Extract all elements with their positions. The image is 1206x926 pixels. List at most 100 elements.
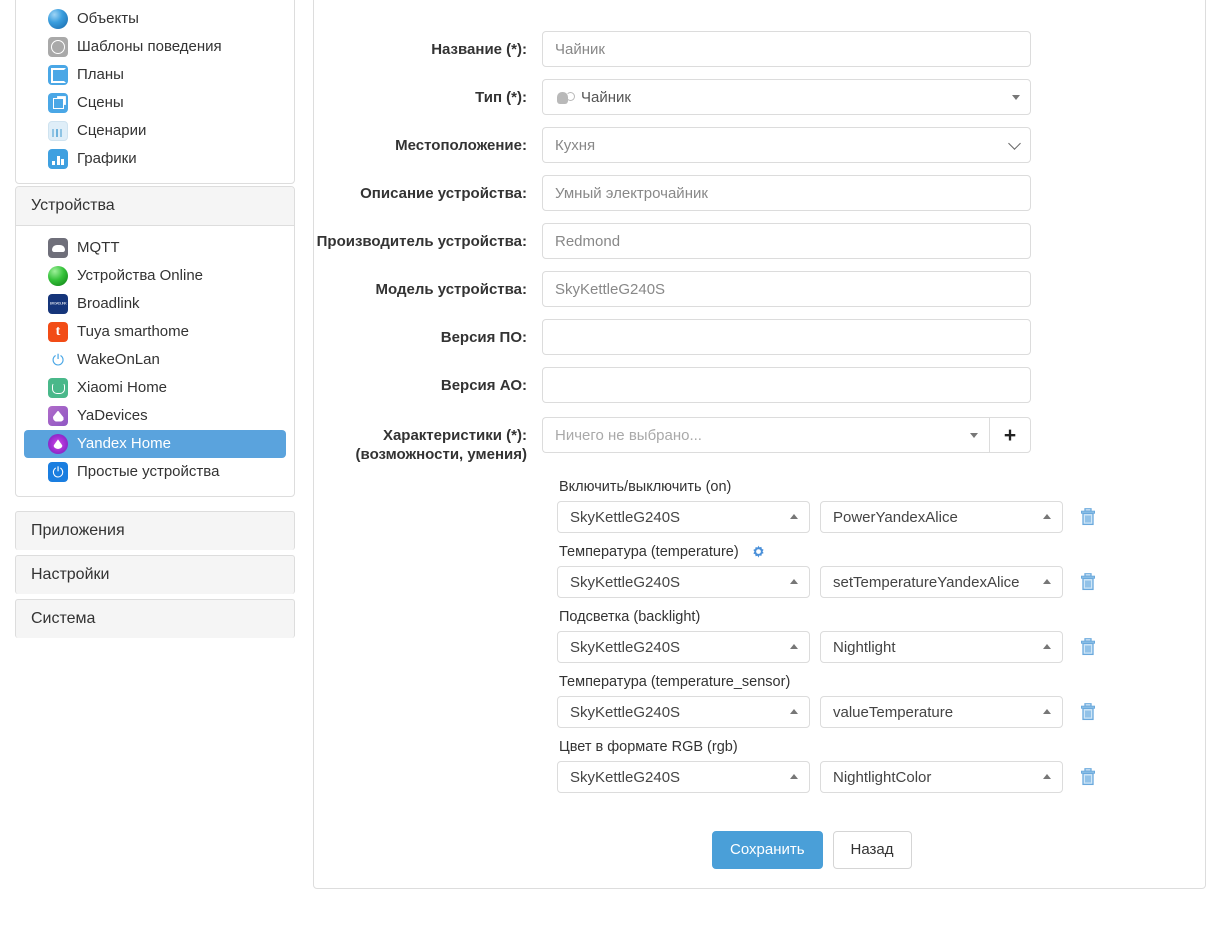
field-row-type: Тип (*): Чайник: [314, 79, 1205, 115]
sidebar-item-broadlink[interactable]: BROADLINK Broadlink: [24, 290, 286, 318]
sw-version-input[interactable]: [542, 319, 1031, 355]
capability-device-value: SkyKettleG240S: [570, 769, 680, 786]
yadevices-icon: [48, 406, 68, 426]
capability-device-select[interactable]: SkyKettleG240S: [557, 696, 810, 728]
type-select-wrap: Чайник: [542, 79, 1031, 115]
sidebar-section-system[interactable]: Система: [15, 599, 295, 638]
location-select[interactable]: Кухня: [542, 127, 1031, 163]
capability-command-select[interactable]: PowerYandexAlice: [820, 501, 1063, 533]
sidebar-item-label: Сценарии: [77, 121, 146, 141]
field-row-name: Название (*):: [314, 31, 1205, 67]
delete-capability-button[interactable]: [1077, 570, 1099, 594]
capability-command-select[interactable]: Nightlight: [820, 631, 1063, 663]
capability-device-value: SkyKettleG240S: [570, 509, 680, 526]
sidebar-item-yadevices[interactable]: YaDevices: [24, 402, 286, 430]
capability-title: Температура (temperature_sensor): [559, 673, 1205, 692]
sidebar-item-mqtt[interactable]: MQTT: [24, 234, 286, 262]
sidebar-item-label: Объекты: [77, 9, 139, 29]
name-input[interactable]: [542, 31, 1031, 67]
field-model: [542, 271, 1205, 307]
characteristics-select[interactable]: Ничего не выбрано...: [542, 417, 989, 453]
sidebar-item-label: Устройства Online: [77, 266, 203, 286]
capabilities-list: Включить/выключить (on) SkyKettleG240S P…: [557, 478, 1205, 793]
label-characteristics: Характеристики (*): (возможности, умения…: [314, 417, 542, 464]
sidebar-item-label: Планы: [77, 65, 124, 85]
add-characteristic-button[interactable]: +: [989, 417, 1031, 453]
sidebar: Объекты Шаблоны поведения Планы Сцены Сц…: [0, 0, 310, 926]
field-row-model: Модель устройства:: [314, 271, 1205, 307]
type-select[interactable]: Чайник: [542, 79, 1031, 115]
sidebar-section-applications[interactable]: Приложения: [15, 511, 295, 550]
devices-panel-header[interactable]: Устройства: [16, 187, 294, 226]
capability-title-text: Температура (temperature_sensor): [559, 673, 790, 692]
capability-command-value: setTemperatureYandexAlice: [833, 574, 1020, 591]
capability-command-select[interactable]: setTemperatureYandexAlice: [820, 566, 1063, 598]
sidebar-item-label: Графики: [77, 149, 137, 169]
page-root: Объекты Шаблоны поведения Планы Сцены Сц…: [0, 0, 1206, 926]
label-description: Описание устройства:: [314, 175, 542, 203]
delete-capability-button[interactable]: [1077, 635, 1099, 659]
location-select-value: Кухня: [555, 137, 595, 154]
capability-command-select[interactable]: valueTemperature: [820, 696, 1063, 728]
power-icon: ⏻: [48, 350, 68, 370]
gear-icon[interactable]: [751, 545, 766, 560]
sidebar-item-label: WakeOnLan: [77, 350, 160, 370]
sidebar-item-charts[interactable]: Графики: [24, 145, 286, 173]
delete-capability-button[interactable]: [1077, 505, 1099, 529]
sidebar-item-scenes[interactable]: Сцены: [24, 89, 286, 117]
sidebar-item-devices-online[interactable]: Устройства Online: [24, 262, 286, 290]
capability-row: SkyKettleG240S NightlightColor: [557, 761, 1205, 793]
chevron-up-icon: [790, 774, 798, 779]
online-status-icon: [48, 266, 68, 286]
capability-command-value: NightlightColor: [833, 769, 931, 786]
chevron-up-icon: [1043, 644, 1051, 649]
objects-globe-icon: [48, 9, 68, 29]
sidebar-item-label: YaDevices: [77, 406, 148, 426]
hw-version-input[interactable]: [542, 367, 1031, 403]
device-form-panel: Название (*): Тип (*): Чайник: [313, 0, 1206, 889]
capability-command-select[interactable]: NightlightColor: [820, 761, 1063, 793]
capability-row: SkyKettleG240S setTemperatureYandexAlice: [557, 566, 1205, 598]
sidebar-item-scenarios[interactable]: Сценарии: [24, 117, 286, 145]
field-manufacturer: [542, 223, 1205, 259]
manufacturer-input[interactable]: [542, 223, 1031, 259]
description-input[interactable]: [542, 175, 1031, 211]
characteristics-placeholder: Ничего не выбрано...: [555, 427, 702, 444]
save-button[interactable]: Сохранить: [712, 831, 823, 869]
delete-capability-button[interactable]: [1077, 765, 1099, 789]
power-icon-glyph: ⏻: [52, 353, 64, 368]
scenarios-icon: [48, 121, 68, 141]
delete-capability-button[interactable]: [1077, 700, 1099, 724]
capability-device-select[interactable]: SkyKettleG240S: [557, 761, 810, 793]
model-input[interactable]: [542, 271, 1031, 307]
sidebar-item-yandex-home[interactable]: Yandex Home: [24, 430, 286, 458]
field-row-hw-version: Версия АО:: [314, 367, 1205, 403]
capability-block: Подсветка (backlight) SkyKettleG240S Nig…: [557, 608, 1205, 663]
sidebar-top-list: Объекты Шаблоны поведения Планы Сцены Сц…: [16, 0, 294, 183]
capability-device-select[interactable]: SkyKettleG240S: [557, 631, 810, 663]
sidebar-item-wakeonlan[interactable]: ⏻ WakeOnLan: [24, 346, 286, 374]
sidebar-item-objects[interactable]: Объекты: [24, 5, 286, 33]
sidebar-item-simple-devices[interactable]: ⏻ Простые устройства: [24, 458, 286, 486]
sidebar-item-label: Сцены: [77, 93, 124, 113]
sidebar-item-xiaomi-home[interactable]: Xiaomi Home: [24, 374, 286, 402]
chevron-up-icon: [790, 644, 798, 649]
capability-device-select[interactable]: SkyKettleG240S: [557, 501, 810, 533]
capability-device-select[interactable]: SkyKettleG240S: [557, 566, 810, 598]
sidebar-item-label: Шаблоны поведения: [77, 37, 222, 57]
sidebar-item-behavior-templates[interactable]: Шаблоны поведения: [24, 33, 286, 61]
sidebar-item-tuya-smarthome[interactable]: t Tuya smarthome: [24, 318, 286, 346]
yandex-home-icon: [48, 434, 68, 454]
field-type: Чайник: [542, 79, 1205, 115]
charts-icon: [48, 149, 68, 169]
chevron-up-icon: [790, 709, 798, 714]
field-row-description: Описание устройства:: [314, 175, 1205, 211]
capability-device-value: SkyKettleG240S: [570, 704, 680, 721]
form-actions: Сохранить Назад: [557, 831, 1205, 869]
sidebar-item-plans[interactable]: Планы: [24, 61, 286, 89]
sidebar-item-label: Broadlink: [77, 294, 140, 314]
sidebar-section-settings[interactable]: Настройки: [15, 555, 295, 594]
back-button[interactable]: Назад: [833, 831, 912, 869]
field-characteristics: Ничего не выбрано... +: [542, 417, 1205, 453]
sidebar-item-label: Простые устройства: [77, 462, 219, 482]
